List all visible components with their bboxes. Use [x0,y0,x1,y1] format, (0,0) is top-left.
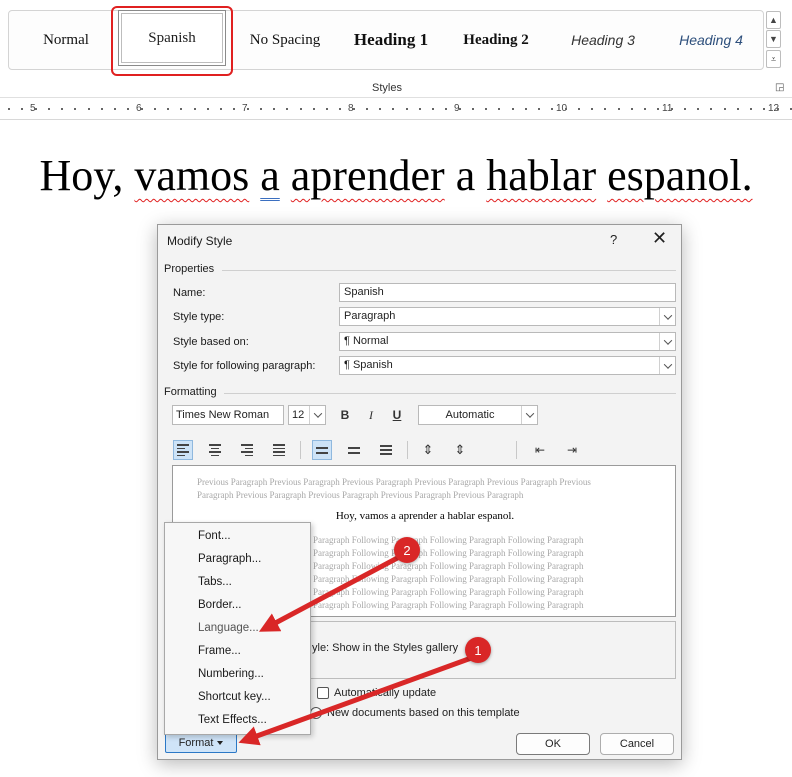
step-badge-1: 1 [465,637,491,663]
step-badge-2: 2 [394,537,420,563]
arrow-to-format [238,654,475,746]
arrow-to-language [258,552,405,632]
annotation-arrows [238,552,475,746]
